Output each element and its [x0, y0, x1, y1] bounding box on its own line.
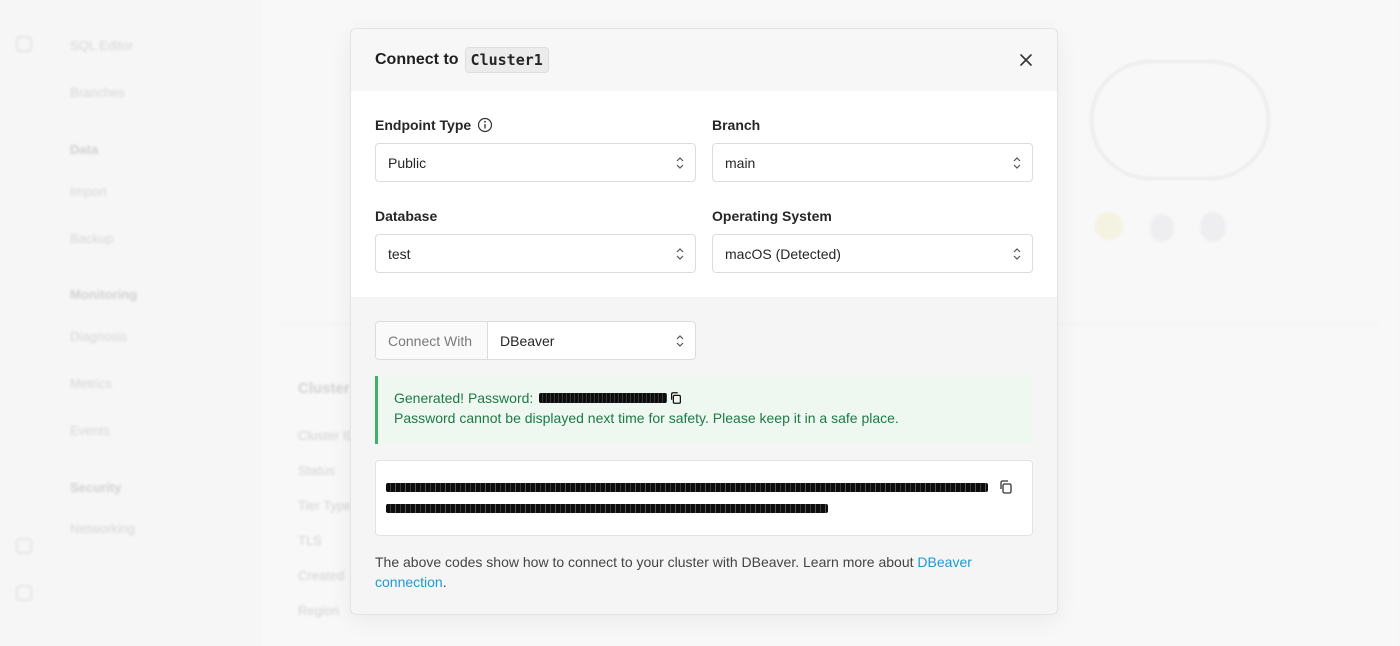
redacted-password	[539, 393, 668, 403]
connect-with-control: Connect With DBeaver	[375, 321, 696, 360]
branch-select[interactable]: main	[712, 143, 1033, 182]
endpoint-type-label: Endpoint Type	[375, 117, 472, 133]
database-field: Database test	[375, 206, 696, 273]
connection-form: Endpoint Type Public Branch main Databas…	[351, 91, 1057, 297]
close-icon[interactable]	[1017, 51, 1035, 69]
connect-with-label: Connect With	[376, 322, 488, 359]
operating-system-select[interactable]: macOS (Detected)	[712, 234, 1033, 273]
redacted-connection-string	[386, 504, 828, 513]
branch-label: Branch	[712, 117, 761, 133]
chevron-updown-icon	[676, 248, 684, 260]
help-text: The above codes show how to connect to y…	[375, 554, 972, 590]
chevron-updown-icon	[676, 157, 684, 169]
copy-icon[interactable]	[669, 391, 683, 405]
endpoint-type-select[interactable]: Public	[375, 143, 696, 182]
connect-with-value: DBeaver	[500, 332, 555, 349]
redacted-connection-string	[386, 483, 988, 492]
endpoint-type-value: Public	[388, 154, 427, 171]
database-value: test	[388, 245, 411, 262]
operating-system-label: Operating System	[712, 208, 832, 224]
chevron-updown-icon	[1013, 248, 1021, 260]
operating-system-field: Operating System macOS (Detected)	[712, 206, 1033, 273]
database-select[interactable]: test	[375, 234, 696, 273]
endpoint-type-field: Endpoint Type Public	[375, 115, 696, 182]
info-icon[interactable]	[477, 117, 493, 133]
branch-field: Branch main	[712, 115, 1033, 182]
connection-details: Connect With DBeaver Generated! Password…	[351, 297, 1057, 614]
dialog-header: Connect to Cluster1	[351, 29, 1057, 91]
connection-string-box	[375, 460, 1033, 536]
alert-prefix: Generated! Password:	[394, 390, 534, 406]
password-alert: Generated! Password: Password cannot be …	[375, 376, 1033, 444]
copy-icon[interactable]	[998, 479, 1014, 495]
database-label: Database	[375, 208, 438, 224]
chevron-updown-icon	[676, 335, 684, 347]
branch-value: main	[725, 154, 756, 171]
cluster-name: Cluster1	[464, 47, 549, 73]
operating-system-value: macOS (Detected)	[725, 245, 841, 262]
connect-with-select[interactable]: DBeaver	[488, 322, 695, 359]
dialog-title: Connect to	[375, 51, 459, 68]
alert-message: Password cannot be displayed next time f…	[394, 410, 899, 426]
connect-dialog: Connect to Cluster1 Endpoint Type Public	[350, 28, 1058, 615]
chevron-updown-icon	[1013, 157, 1021, 169]
